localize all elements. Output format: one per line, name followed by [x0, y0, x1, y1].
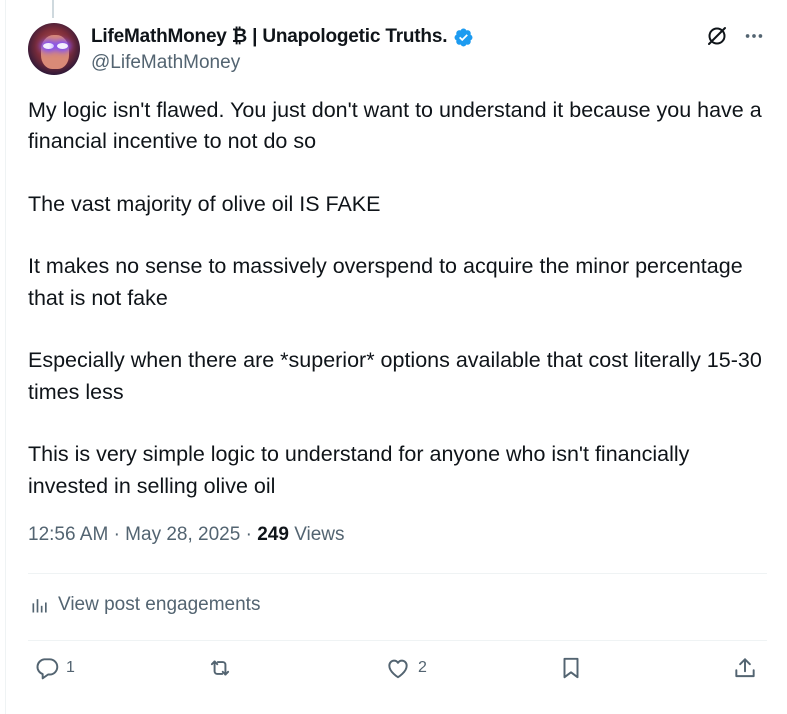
view-engagements-label[interactable]: View post engagements — [58, 594, 260, 616]
share-button[interactable] — [732, 655, 758, 681]
post-date[interactable]: May 28, 2025 — [125, 524, 240, 545]
reply-icon — [36, 658, 59, 680]
reply-button[interactable]: 1 — [34, 655, 75, 681]
post-text: My logic isn't flawed. You just don't wa… — [28, 95, 763, 502]
share-icon — [735, 658, 755, 678]
retweet-icon — [210, 660, 230, 676]
views-count: 249 — [257, 524, 289, 545]
thread-connector — [52, 0, 54, 18]
post-time[interactable]: 12:56 AM — [28, 524, 108, 545]
avatar[interactable] — [28, 23, 80, 75]
post-paragraph: It makes no sense to massively overspend… — [28, 254, 743, 310]
views-label: Views — [294, 524, 345, 545]
analytics-icon — [32, 599, 47, 613]
like-button[interactable]: 2 — [384, 655, 427, 681]
avatar-eye-right — [57, 43, 68, 49]
post-paragraph: The vast majority of olive oil IS FAKE — [28, 191, 381, 216]
divider — [28, 640, 767, 641]
post-top-actions — [705, 24, 765, 48]
like-icon — [388, 659, 408, 679]
meta-separator: · — [245, 524, 252, 545]
verified-badge-icon[interactable] — [453, 27, 474, 48]
post-paragraph: This is very simple logic to understand … — [28, 442, 690, 498]
post-paragraph: Especially when there are *superior* opt… — [28, 348, 762, 404]
post-meta: 12:56 AM · May 28, 2025 · 249 Views — [28, 524, 345, 546]
divider — [28, 573, 767, 574]
author-display-name[interactable]: LifeMathMoney ₿ | Unapologetic Truths. — [91, 26, 447, 48]
meta-separator: · — [113, 524, 120, 545]
bookmark-icon — [563, 657, 579, 679]
grok-icon[interactable] — [705, 24, 729, 48]
post-actions-bar: 1 2 — [28, 655, 768, 691]
view-engagements-link[interactable]: View post engagements — [30, 594, 260, 616]
avatar-eye-left — [43, 43, 54, 49]
retweet-button[interactable] — [206, 655, 240, 681]
more-icon[interactable] — [743, 25, 765, 47]
like-count: 2 — [418, 659, 427, 676]
avatar-face — [41, 35, 69, 69]
reply-count: 1 — [66, 659, 75, 676]
left-border — [5, 0, 6, 714]
author-name-row[interactable]: LifeMathMoney ₿ | Unapologetic Truths. — [91, 26, 474, 48]
post-paragraph: My logic isn't flawed. You just don't wa… — [28, 98, 762, 154]
bookmark-button[interactable] — [558, 655, 584, 681]
author-handle[interactable]: @LifeMathMoney — [91, 52, 240, 74]
